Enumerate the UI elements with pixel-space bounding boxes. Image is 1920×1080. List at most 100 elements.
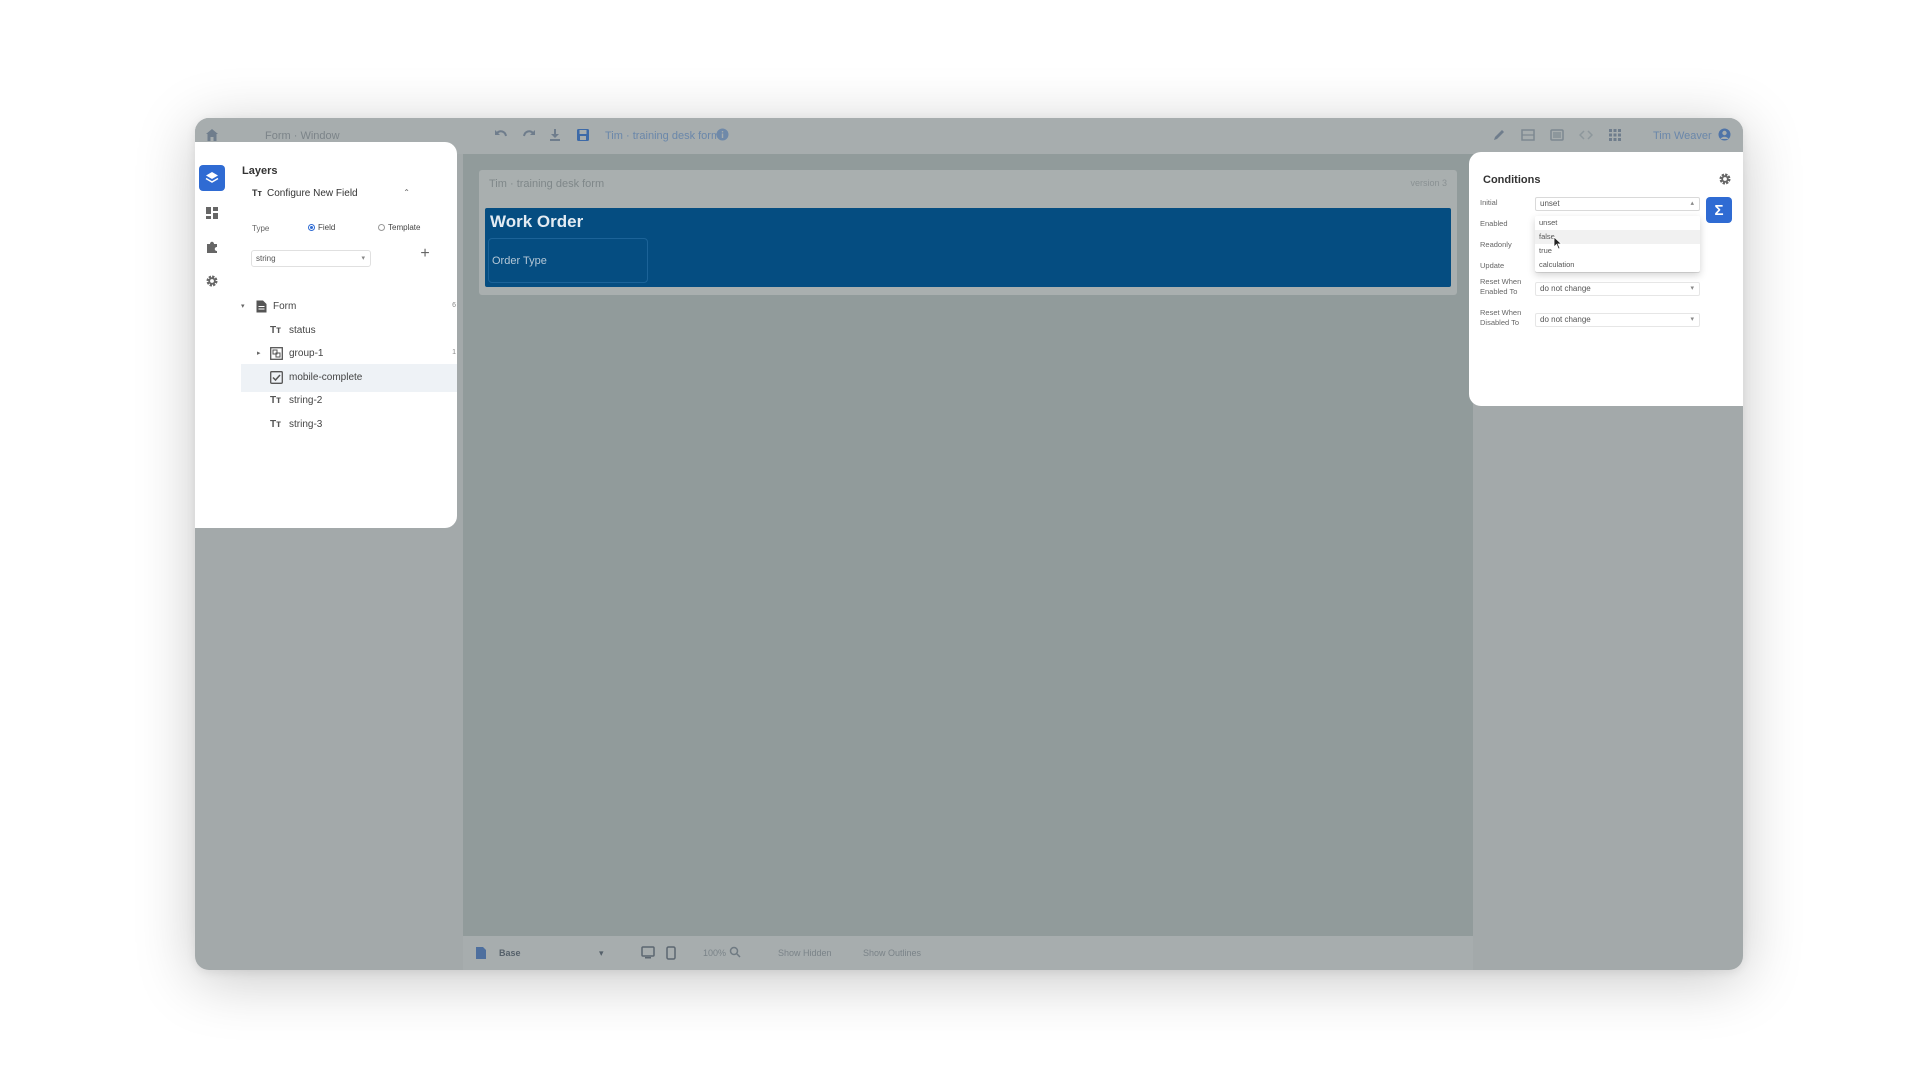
zoom-icon[interactable]	[729, 946, 741, 958]
components-tab[interactable]	[199, 200, 225, 226]
initial-label: Initial	[1480, 198, 1498, 207]
text-field-icon: Tт	[252, 188, 262, 198]
reset-enabled-label: Reset When Enabled To	[1480, 277, 1521, 297]
dashboard-icon	[206, 207, 218, 219]
tree-label: group-1	[289, 348, 324, 359]
chevron-up-icon: ▴	[1690, 200, 1694, 207]
radio-template-label: Template	[388, 223, 421, 232]
reset-enabled-select[interactable]: do not change ▾	[1535, 282, 1700, 296]
tree-count: 6	[452, 302, 456, 309]
radio-field-label: Field	[318, 223, 336, 232]
order-type-field[interactable]: Order Type	[488, 238, 648, 283]
bottom-toolbar: Base ▾ 100% Show Hidden Show Outlines	[463, 936, 1473, 970]
chevron-down-icon: ▾	[361, 255, 365, 262]
field-type-value: string	[256, 254, 276, 263]
app-window: Form · Window Tim · training desk form T…	[195, 118, 1743, 970]
chevron-up-icon[interactable]: ⌃	[403, 188, 410, 197]
tree-label: Form	[273, 301, 297, 312]
field-type-select[interactable]: string ▾	[251, 250, 371, 267]
enabled-label: Enabled	[1480, 219, 1508, 228]
form-header-version: version 3	[1410, 178, 1447, 188]
tree-label: string-3	[289, 419, 323, 430]
initial-select[interactable]: unset ▴	[1535, 197, 1700, 211]
chevron-down-icon: ▾	[1690, 316, 1694, 323]
puzzle-icon	[207, 241, 217, 253]
download-icon[interactable]	[548, 128, 562, 142]
table-view-icon[interactable]	[1521, 128, 1535, 142]
form-header-title: Tim · training desk form	[489, 178, 605, 190]
type-label: Type	[252, 224, 270, 233]
reset-disabled-line2: Disabled To	[1480, 318, 1520, 327]
chevron-down-icon: ▾	[1690, 285, 1694, 292]
user-avatar-icon[interactable]	[1718, 128, 1731, 141]
show-hidden-toggle[interactable]: Show Hidden	[778, 936, 832, 970]
zoom-level[interactable]: 100%	[703, 936, 726, 970]
update-label: Update	[1480, 261, 1505, 270]
reset-disabled-line1: Reset When	[1480, 308, 1522, 317]
reset-enabled-line1: Reset When	[1480, 277, 1522, 286]
dropdown-option-unset[interactable]: unset	[1535, 216, 1700, 230]
code-icon[interactable]	[1579, 128, 1593, 142]
gear-icon[interactable]	[1718, 172, 1732, 186]
tree-count: 1	[452, 349, 456, 356]
reset-enabled-line2: Enabled To	[1480, 287, 1518, 296]
tree-item-string-3[interactable]: Tт string-3	[241, 411, 457, 439]
collapse-arrow-icon[interactable]: ▾	[241, 302, 245, 310]
layers-icon	[205, 172, 219, 183]
plugins-tab[interactable]	[199, 234, 225, 260]
view-select[interactable]: Base	[499, 936, 521, 970]
show-outlines-toggle[interactable]: Show Outlines	[863, 936, 921, 970]
checkbox-icon	[270, 371, 283, 384]
preview-icon[interactable]	[1550, 128, 1564, 142]
mouse-cursor-icon	[1553, 236, 1563, 250]
text-field-icon: Tт	[270, 419, 282, 430]
document-icon[interactable]	[475, 946, 487, 960]
radio-dot[interactable]	[378, 224, 385, 231]
save-icon[interactable]	[576, 128, 590, 142]
radio-template[interactable]: Template	[378, 223, 420, 232]
reset-disabled-label: Reset When Disabled To	[1480, 308, 1521, 328]
redo-icon[interactable]	[521, 128, 537, 142]
reset-enabled-value: do not change	[1540, 284, 1591, 293]
configure-new-field-header[interactable]: Tт Configure New Field ⌃	[252, 188, 410, 202]
apps-grid-icon[interactable]	[1608, 128, 1622, 142]
form-card[interactable]: Tim · training desk form version 3 Work …	[479, 170, 1457, 295]
text-field-icon: Tт	[270, 395, 282, 406]
reset-disabled-select[interactable]: do not change ▾	[1535, 313, 1700, 327]
sigma-button[interactable]: Σ	[1706, 197, 1732, 223]
mobile-view-icon[interactable]	[666, 946, 676, 960]
layers-title: Layers	[242, 165, 278, 177]
reset-disabled-value: do not change	[1540, 315, 1591, 324]
section-title: Work Order	[490, 212, 584, 231]
work-order-section[interactable]: Work Order Order Type	[485, 208, 1451, 287]
layers-tab[interactable]	[199, 165, 225, 191]
order-type-label: Order Type	[492, 255, 547, 267]
text-field-icon: Tт	[270, 325, 282, 336]
radio-field[interactable]: Field	[308, 223, 335, 232]
home-icon[interactable]	[205, 128, 219, 142]
configure-new-field-label: Configure New Field	[267, 188, 358, 199]
layers-panel: Layers Tт Configure New Field ⌃ Type Fie…	[195, 142, 457, 528]
conditions-panel: Conditions Initial unset ▴ Enabled Reado…	[1469, 152, 1743, 406]
design-canvas: Tim · training desk form version 3 Work …	[463, 154, 1473, 936]
document-title[interactable]: Tim · training desk form	[605, 118, 720, 154]
add-field-button[interactable]: +	[417, 246, 433, 262]
gear-icon	[206, 275, 218, 287]
undo-icon[interactable]	[493, 128, 509, 142]
plus-icon: +	[420, 245, 430, 262]
tree-label: mobile-complete	[289, 372, 363, 383]
settings-tab[interactable]	[199, 268, 225, 294]
tree-label: status	[289, 325, 316, 336]
info-icon[interactable]	[716, 128, 729, 141]
expand-arrow-icon[interactable]: ▸	[257, 349, 261, 357]
dropdown-option-calculation[interactable]: calculation	[1535, 258, 1700, 272]
tree-label: string-2	[289, 395, 323, 406]
document-icon	[256, 300, 267, 313]
radio-dot-checked[interactable]	[308, 224, 315, 231]
pencil-icon[interactable]	[1492, 128, 1506, 142]
user-name[interactable]: Tim Weaver	[1653, 118, 1712, 154]
initial-value: unset	[1540, 199, 1560, 208]
desktop-view-icon[interactable]	[641, 946, 655, 959]
sigma-icon: Σ	[1714, 201, 1724, 219]
view-select-caret-icon[interactable]: ▾	[599, 936, 604, 970]
